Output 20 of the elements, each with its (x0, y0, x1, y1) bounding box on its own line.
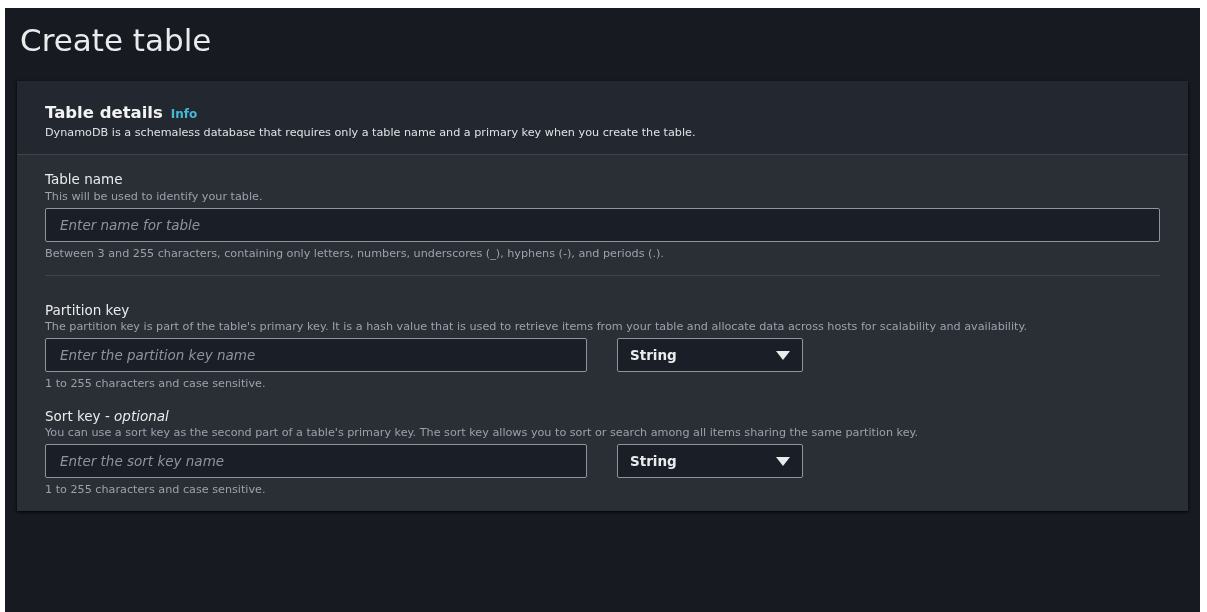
field-description: This will be used to identify your table. (45, 188, 264, 204)
input-field[interactable]: Enter name for table (45, 207, 1160, 242)
field-constraint: 1 to 255 characters and case sensitive. (45, 376, 267, 392)
field-label: Sort key - optional (45, 407, 170, 426)
caret-icon (776, 456, 790, 466)
page-title: Create table (20, 22, 213, 60)
field-constraint: Between 3 and 255 characters, containing only letters, numbers, underscores (_), hyphens (-), and periods (.). (45, 245, 665, 261)
field-description: You can use a sort key as the second part of a table's primary key. The sort key allows you to sort or search among all items sharing the same partition key. (45, 425, 920, 441)
input-field[interactable]: Enter the partition key name (45, 338, 587, 373)
input-field[interactable]: Enter the sort key name (45, 444, 587, 479)
field-description: The partition key is part of the table's primary key. It is a hash value that is used to retrieve items from your table and allocate data across hosts for scalability and availability. (45, 319, 1029, 335)
field-constraint: 1 to 255 characters and case sensitive. (45, 482, 267, 498)
section-heading: Table details (45, 103, 163, 123)
type-dropdown[interactable]: String (617, 338, 803, 373)
field-label: Table name (45, 171, 124, 189)
field-label: Partition key (45, 301, 131, 320)
type-dropdown[interactable]: String (617, 444, 803, 479)
section-description: DynamoDB is a schemaless database that requires only a table name and a primary key when you create the table. (45, 125, 697, 142)
caret-icon (776, 350, 790, 360)
info-link[interactable]: Info (170, 105, 198, 124)
